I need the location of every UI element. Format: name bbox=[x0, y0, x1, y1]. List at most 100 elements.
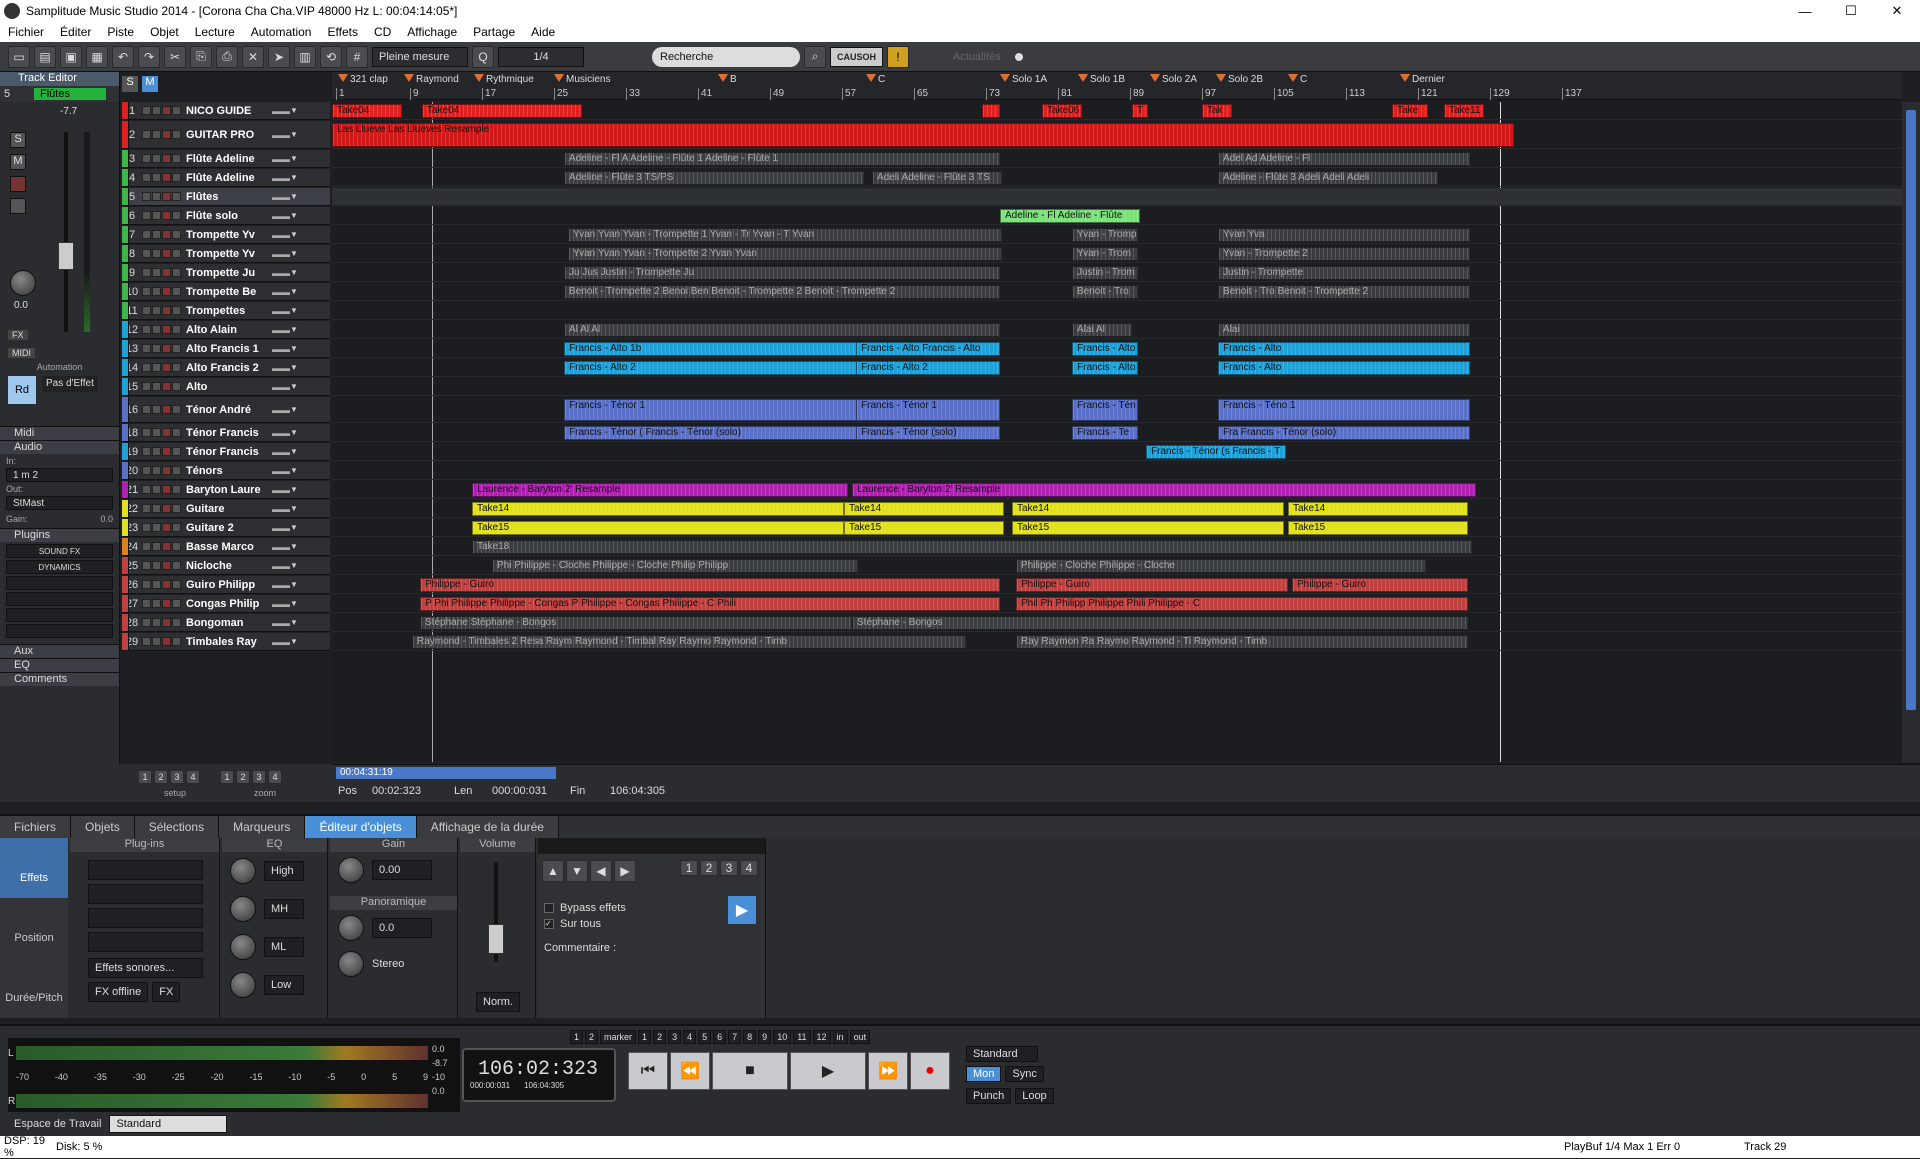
editor-page-button[interactable]: 2 bbox=[700, 860, 718, 876]
record-arm-icon[interactable] bbox=[162, 382, 171, 391]
monitor-icon[interactable] bbox=[172, 306, 181, 315]
solo-icon[interactable] bbox=[142, 561, 151, 570]
audio-clip[interactable]: Adeline - Fl A Adeline - Flûte 1 Adeline… bbox=[564, 152, 1000, 166]
audio-clip[interactable]: Alai bbox=[1218, 323, 1470, 337]
gain-knob[interactable] bbox=[338, 857, 364, 883]
track-menu-icon[interactable]: ▼ bbox=[290, 106, 300, 115]
audio-clip[interactable]: Take15 bbox=[1288, 521, 1468, 535]
record-arm-icon[interactable] bbox=[162, 447, 171, 456]
track-header[interactable]: 21 Baryton Laure ▬▬ ▼ bbox=[122, 481, 330, 499]
zoom-button[interactable]: 3 bbox=[252, 770, 266, 784]
audio-clip[interactable]: Las Llueve Las Llueves Resample bbox=[332, 123, 1514, 147]
menu-item-4[interactable]: Lecture bbox=[187, 25, 243, 39]
audio-clip[interactable]: Francis - Alto Francis - Alto bbox=[856, 342, 1000, 356]
track-header[interactable]: 20 Ténors ▬▬ ▼ bbox=[122, 462, 330, 480]
monitor-icon[interactable] bbox=[172, 599, 181, 608]
track-name[interactable]: Ténor Francis bbox=[186, 427, 272, 439]
no-effect-select[interactable]: Pas d'Effet bbox=[42, 376, 98, 392]
audio-clip[interactable]: Justin - Trom bbox=[1072, 266, 1138, 280]
track-menu-icon[interactable]: ▼ bbox=[290, 523, 300, 532]
workspace-select[interactable]: Standard bbox=[109, 1115, 228, 1133]
fast-forward-icon[interactable]: ⏩ bbox=[868, 1052, 908, 1090]
track-header[interactable]: 26 Guiro Philipp ▬▬ ▼ bbox=[122, 576, 330, 594]
audio-clip[interactable]: Francis - Alto bbox=[1218, 361, 1470, 375]
undo-icon[interactable]: ↶ bbox=[112, 45, 134, 68]
marker-number-button[interactable]: 5 bbox=[698, 1030, 712, 1044]
news-link[interactable]: Actualités bbox=[953, 51, 1001, 63]
monitor-icon[interactable] bbox=[172, 344, 181, 353]
audio-clip[interactable]: Stéphane Stéphane - Bongos bbox=[420, 616, 852, 630]
monitor-icon[interactable] bbox=[172, 154, 181, 163]
timeline-ruler[interactable]: 1 9 17 25 33 41 49 57 65 73 81 89 97 105 113 121 129 137 3… bbox=[332, 72, 1902, 100]
track-name[interactable]: Alto Francis 2 bbox=[186, 362, 272, 374]
lock-icon[interactable] bbox=[10, 198, 26, 214]
record-arm-icon[interactable] bbox=[162, 130, 171, 139]
track-menu-icon[interactable]: ▼ bbox=[290, 268, 300, 277]
effects-tab[interactable]: Effets bbox=[0, 838, 68, 898]
plugin-select-3[interactable] bbox=[88, 908, 203, 928]
solo-button[interactable]: S bbox=[10, 132, 26, 148]
audio-clip[interactable]: Francis - Tén bbox=[1072, 399, 1138, 421]
plugin-select-2[interactable] bbox=[88, 884, 203, 904]
mute-icon[interactable] bbox=[152, 287, 161, 296]
loop-button[interactable]: Loop bbox=[1015, 1088, 1054, 1104]
solo-icon[interactable] bbox=[142, 192, 151, 201]
output-select[interactable]: StMast bbox=[6, 496, 113, 510]
audio-clip[interactable]: Francis - Ténor ( Francis - Ténor (solo) bbox=[564, 426, 874, 440]
track-header[interactable]: 4 Flûte Adeline ▬▬ ▼ bbox=[122, 169, 330, 187]
tab-3[interactable]: Marqueurs bbox=[219, 816, 306, 838]
solo-icon[interactable] bbox=[142, 599, 151, 608]
record-arm-icon[interactable] bbox=[162, 637, 171, 646]
track-menu-icon[interactable]: ▼ bbox=[290, 447, 300, 456]
audio-clip[interactable]: Francis - Alto 2 bbox=[564, 361, 874, 375]
solo-icon[interactable] bbox=[142, 428, 151, 437]
audio-clip[interactable]: Benoit - Tro Benoit - Trompette 2 bbox=[1218, 285, 1470, 299]
audio-clip[interactable]: Adeline - Flûte 3 Adeli Adeli Adeli bbox=[1218, 171, 1438, 185]
audio-clip[interactable]: Francis - Ténor 1 bbox=[856, 399, 1000, 421]
audio-clip[interactable]: Take11 bbox=[1444, 104, 1484, 118]
audio-clip[interactable]: Take14 bbox=[1288, 502, 1468, 516]
audio-clip[interactable]: Adeline - Flûte 3 TS/PS bbox=[564, 171, 864, 185]
record-arm-icon[interactable] bbox=[162, 325, 171, 334]
record-arm-icon[interactable] bbox=[162, 405, 171, 414]
record-arm-icon[interactable] bbox=[162, 306, 171, 315]
track-header[interactable]: 5 Flûtes ▬▬ ▼ bbox=[122, 188, 330, 206]
track-name[interactable]: Flûtes bbox=[186, 191, 272, 203]
track-header[interactable]: 29 Timbales Ray ▬▬ ▼ bbox=[122, 633, 330, 651]
quantize-select[interactable]: 1/4 bbox=[498, 46, 584, 67]
menu-item-10[interactable]: Aide bbox=[523, 25, 563, 39]
track-header[interactable]: 23 Guitare 2 ▬▬ ▼ bbox=[122, 519, 330, 537]
mute-icon[interactable] bbox=[152, 599, 161, 608]
tab-0[interactable]: Fichiers bbox=[0, 816, 72, 838]
comments-section[interactable]: Comments bbox=[0, 672, 119, 686]
play-icon[interactable]: ▶ bbox=[790, 1052, 866, 1090]
dynamics-button[interactable]: DYNAMICS bbox=[6, 560, 113, 574]
track-menu-icon[interactable]: ▼ bbox=[290, 485, 300, 494]
mute-icon[interactable] bbox=[152, 485, 161, 494]
marker[interactable]: Rythmique bbox=[474, 74, 534, 85]
marker-out-button[interactable]: out bbox=[849, 1030, 871, 1044]
marker[interactable]: Musiciens bbox=[554, 74, 610, 85]
mute-icon[interactable] bbox=[152, 466, 161, 475]
audio-clip[interactable]: Benoit - Tro bbox=[1072, 285, 1138, 299]
solo-icon[interactable] bbox=[142, 504, 151, 513]
save-icon[interactable]: ▣ bbox=[60, 45, 82, 68]
plugin-slot-1[interactable] bbox=[6, 576, 113, 590]
track-menu-icon[interactable]: ▼ bbox=[290, 405, 300, 414]
track-menu-icon[interactable]: ▼ bbox=[290, 287, 300, 296]
audio-clip[interactable]: Take18 bbox=[472, 540, 1472, 554]
track-header[interactable]: 14 Alto Francis 2 ▬▬ ▼ bbox=[122, 359, 330, 377]
track-header[interactable]: 9 Trompette Ju ▬▬ ▼ bbox=[122, 264, 330, 282]
record-arm-icon[interactable] bbox=[162, 466, 171, 475]
plugin-slot-2[interactable] bbox=[6, 592, 113, 606]
menu-item-8[interactable]: Affichage bbox=[399, 25, 465, 39]
solo-icon[interactable] bbox=[142, 447, 151, 456]
solo-icon[interactable] bbox=[142, 344, 151, 353]
monitor-icon[interactable] bbox=[172, 211, 181, 220]
audio-clip[interactable]: Ray Raymon Ra Raymo Raymond - Ti Raymond… bbox=[1016, 635, 1468, 649]
track-menu-icon[interactable]: ▼ bbox=[290, 130, 300, 139]
track-name[interactable]: Flûte solo bbox=[186, 210, 272, 222]
play-preview-button[interactable]: ▶ bbox=[728, 896, 756, 924]
snap-mode-select[interactable]: Pleine mesure bbox=[372, 46, 468, 67]
track-name[interactable]: Guiro Philipp bbox=[186, 579, 272, 591]
